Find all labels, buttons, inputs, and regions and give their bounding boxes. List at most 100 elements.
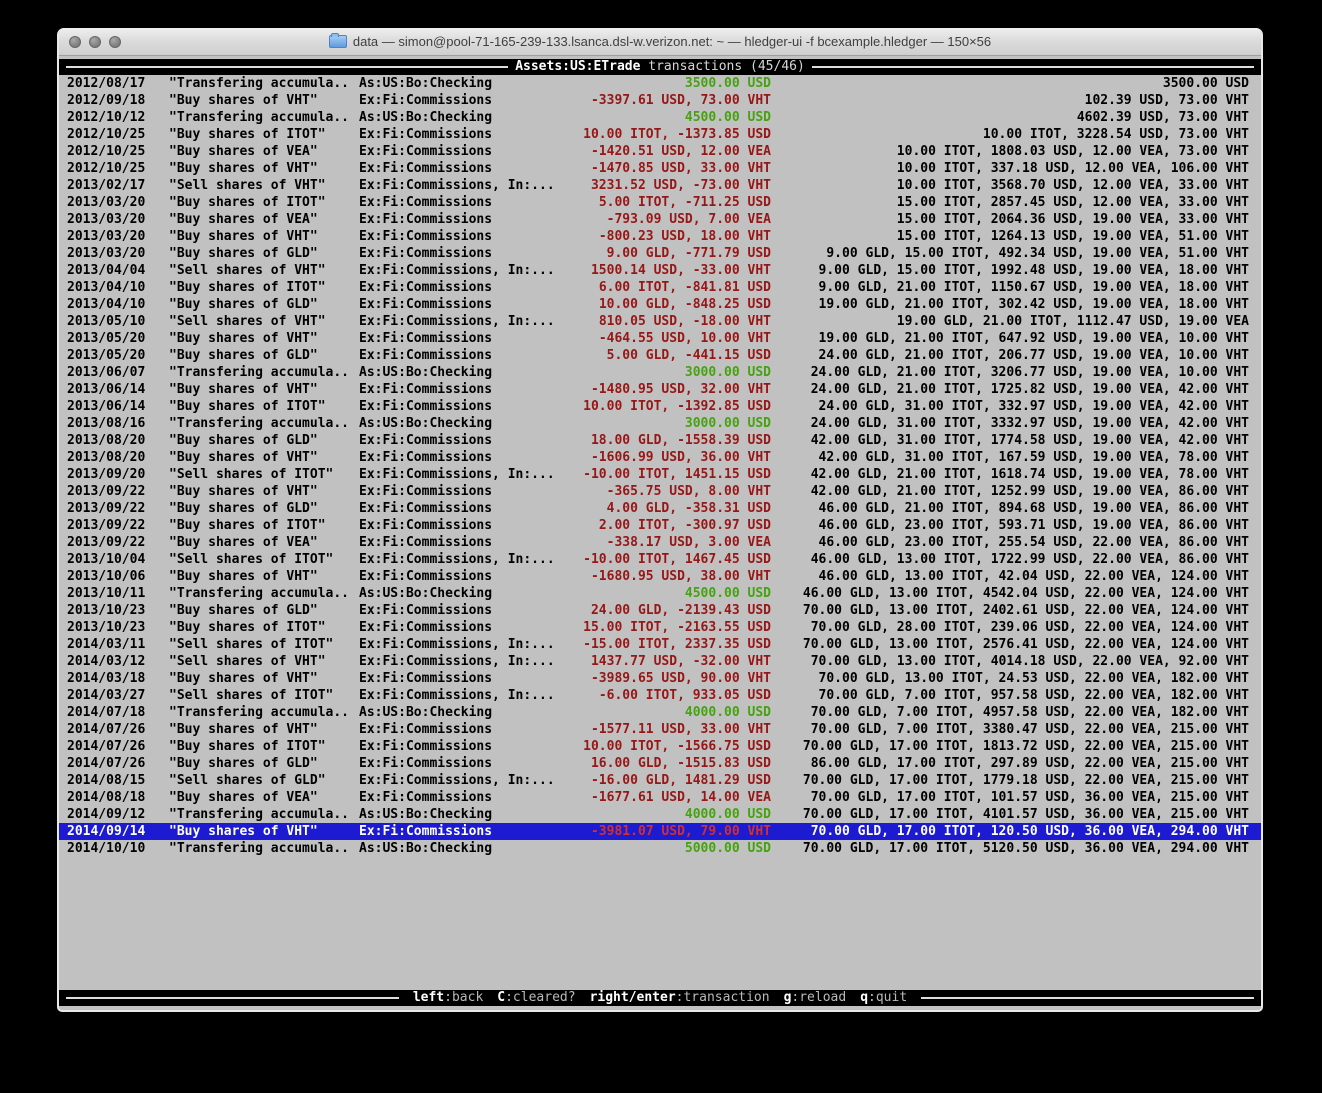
- transaction-account: Ex:Fi:Commissions: [359, 823, 559, 840]
- transaction-row[interactable]: 2013/09/22"Buy shares of ITOT"Ex:Fi:Comm…: [59, 517, 1261, 534]
- transaction-row[interactable]: 2013/08/20"Buy shares of GLD"Ex:Fi:Commi…: [59, 432, 1261, 449]
- transaction-description: "Transfering accumula..: [169, 364, 359, 381]
- transaction-row[interactable]: 2013/09/20"Sell shares of ITOT"Ex:Fi:Com…: [59, 466, 1261, 483]
- transaction-row[interactable]: 2012/10/12"Transfering accumula..As:US:B…: [59, 109, 1261, 126]
- transaction-description: "Buy shares of GLD": [169, 500, 359, 517]
- key-label: C: [497, 990, 505, 1005]
- transaction-row[interactable]: 2013/10/23"Buy shares of ITOT"Ex:Fi:Comm…: [59, 619, 1261, 636]
- transaction-row[interactable]: 2013/03/20"Buy shares of VHT"Ex:Fi:Commi…: [59, 228, 1261, 245]
- transaction-row[interactable]: 2013/05/10"Sell shares of VHT"Ex:Fi:Comm…: [59, 313, 1261, 330]
- transaction-amount: 24.00 GLD, -2139.43 USD: [559, 602, 771, 619]
- window-titlebar[interactable]: data — simon@pool-71-165-239-133.lsanca.…: [59, 28, 1261, 56]
- transaction-row[interactable]: 2014/09/12"Transfering accumula..As:US:B…: [59, 806, 1261, 823]
- transaction-row[interactable]: 2012/10/25"Buy shares of ITOT"Ex:Fi:Comm…: [59, 126, 1261, 143]
- transaction-row[interactable]: 2013/10/06"Buy shares of VHT"Ex:Fi:Commi…: [59, 568, 1261, 585]
- transaction-amount: 9.00 GLD, -771.79 USD: [559, 245, 771, 262]
- transaction-date: 2013/06/07: [59, 364, 169, 381]
- transaction-amount: -1577.11 USD, 33.00 VHT: [559, 721, 771, 738]
- transaction-account: Ex:Fi:Commissions: [359, 755, 559, 772]
- transaction-row[interactable]: 2012/10/25"Buy shares of VHT"Ex:Fi:Commi…: [59, 160, 1261, 177]
- transaction-amount: 2.00 ITOT, -300.97 USD: [559, 517, 771, 534]
- transaction-account: As:US:Bo:Checking: [359, 75, 559, 92]
- transaction-account: Ex:Fi:Commissions: [359, 330, 559, 347]
- transaction-row[interactable]: 2014/07/18"Transfering accumula..As:US:B…: [59, 704, 1261, 721]
- transaction-row[interactable]: 2012/10/25"Buy shares of VEA"Ex:Fi:Commi…: [59, 143, 1261, 160]
- transaction-row[interactable]: 2014/10/10"Transfering accumula..As:US:B…: [59, 840, 1261, 857]
- transaction-balance: 70.00 GLD, 13.00 ITOT, 4014.18 USD, 22.0…: [771, 653, 1261, 670]
- transaction-description: "Transfering accumula..: [169, 840, 359, 857]
- transaction-description: "Buy shares of VHT": [169, 92, 359, 109]
- transaction-row[interactable]: 2013/10/04"Sell shares of ITOT"Ex:Fi:Com…: [59, 551, 1261, 568]
- transaction-account: Ex:Fi:Commissions: [359, 534, 559, 551]
- transaction-row[interactable]: 2013/06/07"Transfering accumula..As:US:B…: [59, 364, 1261, 381]
- transaction-row[interactable]: 2013/04/10"Buy shares of ITOT"Ex:Fi:Comm…: [59, 279, 1261, 296]
- transaction-row[interactable]: 2013/02/17"Sell shares of VHT"Ex:Fi:Comm…: [59, 177, 1261, 194]
- transaction-amount: 16.00 GLD, -1515.83 USD: [559, 755, 771, 772]
- transaction-balance: 46.00 GLD, 23.00 ITOT, 593.71 USD, 19.00…: [771, 517, 1261, 534]
- transaction-row[interactable]: 2013/03/20"Buy shares of VEA"Ex:Fi:Commi…: [59, 211, 1261, 228]
- transaction-account: Ex:Fi:Commissions: [359, 789, 559, 806]
- transaction-row-selected[interactable]: 2014/09/14"Buy shares of VHT"Ex:Fi:Commi…: [59, 823, 1261, 840]
- transaction-row[interactable]: 2014/07/26"Buy shares of VHT"Ex:Fi:Commi…: [59, 721, 1261, 738]
- close-button[interactable]: [69, 36, 81, 48]
- transaction-row[interactable]: 2013/03/20"Buy shares of GLD"Ex:Fi:Commi…: [59, 245, 1261, 262]
- transaction-date: 2013/05/20: [59, 330, 169, 347]
- transaction-date: 2012/10/25: [59, 143, 169, 160]
- traffic-lights: [69, 36, 121, 48]
- transaction-row[interactable]: 2014/08/18"Buy shares of VEA"Ex:Fi:Commi…: [59, 789, 1261, 806]
- transaction-account: Ex:Fi:Commissions: [359, 398, 559, 415]
- transaction-row[interactable]: 2013/09/22"Buy shares of VHT"Ex:Fi:Commi…: [59, 483, 1261, 500]
- transaction-balance: 24.00 GLD, 21.00 ITOT, 3206.77 USD, 19.0…: [771, 364, 1261, 381]
- transaction-balance: 15.00 ITOT, 2857.45 USD, 12.00 VEA, 33.0…: [771, 194, 1261, 211]
- transaction-row[interactable]: 2013/04/10"Buy shares of GLD"Ex:Fi:Commi…: [59, 296, 1261, 313]
- transaction-description: "Buy shares of VHT": [169, 483, 359, 500]
- transaction-row[interactable]: 2014/03/27"Sell shares of ITOT"Ex:Fi:Com…: [59, 687, 1261, 704]
- transaction-row[interactable]: 2013/06/14"Buy shares of ITOT"Ex:Fi:Comm…: [59, 398, 1261, 415]
- transaction-row[interactable]: 2013/05/20"Buy shares of VHT"Ex:Fi:Commi…: [59, 330, 1261, 347]
- transaction-row[interactable]: 2014/03/18"Buy shares of VHT"Ex:Fi:Commi…: [59, 670, 1261, 687]
- transaction-balance: 70.00 GLD, 7.00 ITOT, 957.58 USD, 22.00 …: [771, 687, 1261, 704]
- transaction-row[interactable]: 2012/09/18"Buy shares of VHT"Ex:Fi:Commi…: [59, 92, 1261, 109]
- transaction-date: 2012/10/12: [59, 109, 169, 126]
- transaction-row[interactable]: 2013/08/16"Transfering accumula..As:US:B…: [59, 415, 1261, 432]
- transaction-amount: -1420.51 USD, 12.00 VEA: [559, 143, 771, 160]
- account-name: Assets:US:ETrade: [515, 59, 640, 74]
- transaction-row[interactable]: 2014/03/11"Sell shares of ITOT"Ex:Fi:Com…: [59, 636, 1261, 653]
- transaction-row[interactable]: 2013/05/20"Buy shares of GLD"Ex:Fi:Commi…: [59, 347, 1261, 364]
- transaction-row[interactable]: 2013/04/04"Sell shares of VHT"Ex:Fi:Comm…: [59, 262, 1261, 279]
- transaction-row[interactable]: 2014/07/26"Buy shares of GLD"Ex:Fi:Commi…: [59, 755, 1261, 772]
- transaction-row[interactable]: 2013/08/20"Buy shares of VHT"Ex:Fi:Commi…: [59, 449, 1261, 466]
- transaction-account: Ex:Fi:Commissions, In:...: [359, 262, 559, 279]
- transaction-date: 2013/08/20: [59, 432, 169, 449]
- transaction-account: Ex:Fi:Commissions: [359, 194, 559, 211]
- transaction-row[interactable]: 2014/08/15"Sell shares of GLD"Ex:Fi:Comm…: [59, 772, 1261, 789]
- minimize-button[interactable]: [89, 36, 101, 48]
- zoom-button[interactable]: [109, 36, 121, 48]
- transaction-row[interactable]: 2012/08/17"Transfering accumula..As:US:B…: [59, 75, 1261, 92]
- transaction-balance: 46.00 GLD, 21.00 ITOT, 894.68 USD, 19.00…: [771, 500, 1261, 517]
- transaction-row[interactable]: 2013/06/14"Buy shares of VHT"Ex:Fi:Commi…: [59, 381, 1261, 398]
- transaction-row[interactable]: 2013/09/22"Buy shares of VEA"Ex:Fi:Commi…: [59, 534, 1261, 551]
- transaction-description: "Transfering accumula..: [169, 585, 359, 602]
- transaction-date: 2013/04/10: [59, 296, 169, 313]
- keybindings: left:backC:cleared?right/enter:transacti…: [406, 990, 914, 1006]
- transaction-amount: 3500.00 USD: [559, 75, 771, 92]
- transaction-account: Ex:Fi:Commissions, In:...: [359, 687, 559, 704]
- transaction-row[interactable]: 2014/03/12"Sell shares of VHT"Ex:Fi:Comm…: [59, 653, 1261, 670]
- transaction-description: "Sell shares of ITOT": [169, 551, 359, 568]
- transaction-account: Ex:Fi:Commissions: [359, 296, 559, 313]
- transaction-description: "Buy shares of VHT": [169, 160, 359, 177]
- transaction-account: Ex:Fi:Commissions, In:...: [359, 466, 559, 483]
- transaction-row[interactable]: 2013/10/23"Buy shares of GLD"Ex:Fi:Commi…: [59, 602, 1261, 619]
- transaction-description: "Buy shares of GLD": [169, 245, 359, 262]
- transaction-row[interactable]: 2014/07/26"Buy shares of ITOT"Ex:Fi:Comm…: [59, 738, 1261, 755]
- transaction-row[interactable]: 2013/09/22"Buy shares of GLD"Ex:Fi:Commi…: [59, 500, 1261, 517]
- transaction-balance: 70.00 GLD, 13.00 ITOT, 2402.61 USD, 22.0…: [771, 602, 1261, 619]
- transaction-account: Ex:Fi:Commissions: [359, 517, 559, 534]
- transaction-row[interactable]: 2013/10/11"Transfering accumula..As:US:B…: [59, 585, 1261, 602]
- transaction-row[interactable]: 2013/03/20"Buy shares of ITOT"Ex:Fi:Comm…: [59, 194, 1261, 211]
- transaction-description: "Buy shares of GLD": [169, 602, 359, 619]
- transaction-amount: -1677.61 USD, 14.00 VEA: [559, 789, 771, 806]
- transaction-date: 2014/03/18: [59, 670, 169, 687]
- transaction-date: 2013/09/22: [59, 500, 169, 517]
